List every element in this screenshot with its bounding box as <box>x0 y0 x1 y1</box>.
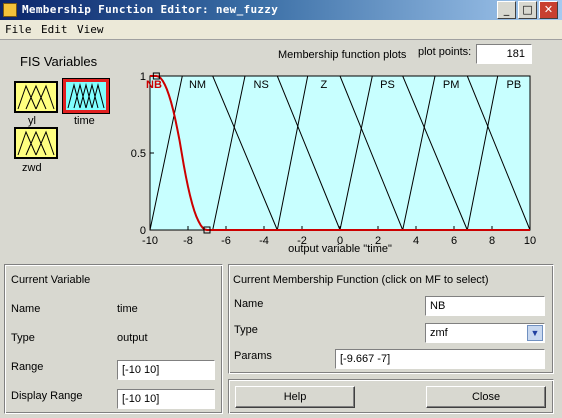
plot-title: Membership function plots <box>278 49 407 61</box>
variable-name-value: time <box>117 303 138 315</box>
membership-function-plot[interactable]: -10 -8 -6 -4 -2 0 2 4 6 8 1000.51 NM NS Z PS PM PBNB ou… <box>130 64 550 260</box>
window-title: Membership Function Editor: new_fuzzy <box>22 3 279 16</box>
mf-label-ps[interactable]: PS <box>380 79 395 91</box>
mf-type-value: zmf <box>430 327 448 339</box>
y-tick-label: 0 <box>140 225 146 237</box>
minimize-button[interactable]: _ <box>497 1 516 19</box>
matlab-app-icon <box>3 3 17 17</box>
current-mf-heading: Current Membership Function (click on MF… <box>233 274 489 286</box>
mf-label-z[interactable]: Z <box>320 79 327 91</box>
current-variable-heading: Current Variable <box>11 274 91 286</box>
buttons-panel: Help Close <box>228 379 554 414</box>
display-range-label: Display Range <box>11 390 83 402</box>
x-tick-label: 8 <box>489 235 495 247</box>
x-tick-label: -4 <box>259 235 269 247</box>
x-axis-label: output variable "time" <box>288 243 392 255</box>
menu-view[interactable]: View <box>77 23 104 36</box>
variable-zwd-icon[interactable] <box>14 127 58 159</box>
mf-params-input[interactable]: [-9.667 -7] <box>335 349 545 369</box>
menu-edit[interactable]: Edit <box>41 23 68 36</box>
plot-points-label: plot points: <box>418 46 472 58</box>
variable-zwd-label: zwd <box>22 162 42 174</box>
menu-file[interactable]: File <box>5 23 32 36</box>
display-range-input[interactable]: [-10 10] <box>117 389 215 409</box>
variable-yl-icon[interactable] <box>14 81 58 113</box>
chevron-down-icon[interactable]: ▼ <box>527 325 543 341</box>
mf-params-label: Params <box>234 350 272 362</box>
title-bar: Membership Function Editor: new_fuzzy _ … <box>0 0 562 20</box>
x-tick-label: 6 <box>451 235 457 247</box>
variable-type-label: Type <box>11 332 35 344</box>
range-label: Range <box>11 361 44 373</box>
current-variable-panel: Current Variable Name time Type output R… <box>4 264 223 414</box>
x-tick-label: -6 <box>221 235 231 247</box>
x-tick-label: -8 <box>183 235 193 247</box>
mf-label-pb[interactable]: PB <box>507 79 522 91</box>
variable-time-icon[interactable] <box>62 78 110 114</box>
y-tick-label: 0.5 <box>131 148 146 160</box>
variable-type-value: output <box>117 332 148 344</box>
variable-name-label: Name <box>11 303 41 315</box>
variable-time-label: time <box>74 115 95 127</box>
help-button[interactable]: Help <box>235 386 355 408</box>
mf-label-nm[interactable]: NM <box>189 79 206 91</box>
current-mf-panel: Current Membership Function (click on MF… <box>228 264 554 374</box>
fis-variables-heading: FIS Variables <box>20 54 98 69</box>
close-window-button[interactable]: ✕ <box>539 1 558 19</box>
mf-type-label: Type <box>234 324 258 336</box>
x-tick-label: 4 <box>413 235 419 247</box>
x-tick-label: 10 <box>524 235 536 247</box>
mf-label-ns[interactable]: NS <box>254 79 269 91</box>
mf-name-input[interactable]: NB <box>425 296 545 316</box>
mf-type-select[interactable]: zmf ▼ <box>425 323 545 343</box>
close-button[interactable]: Close <box>426 386 546 408</box>
mf-name-label: Name <box>234 298 264 310</box>
mf-label-nb[interactable]: NB <box>146 79 162 91</box>
mf-label-pm[interactable]: PM <box>443 79 460 91</box>
range-input[interactable]: [-10 10] <box>117 360 215 380</box>
menu-bar: File Edit View <box>0 20 562 40</box>
plot-area[interactable] <box>149 75 531 231</box>
maximize-button[interactable]: □ <box>518 1 537 19</box>
variable-yl-label: yl <box>28 115 36 127</box>
plot-points-input[interactable]: 181 <box>476 44 532 64</box>
